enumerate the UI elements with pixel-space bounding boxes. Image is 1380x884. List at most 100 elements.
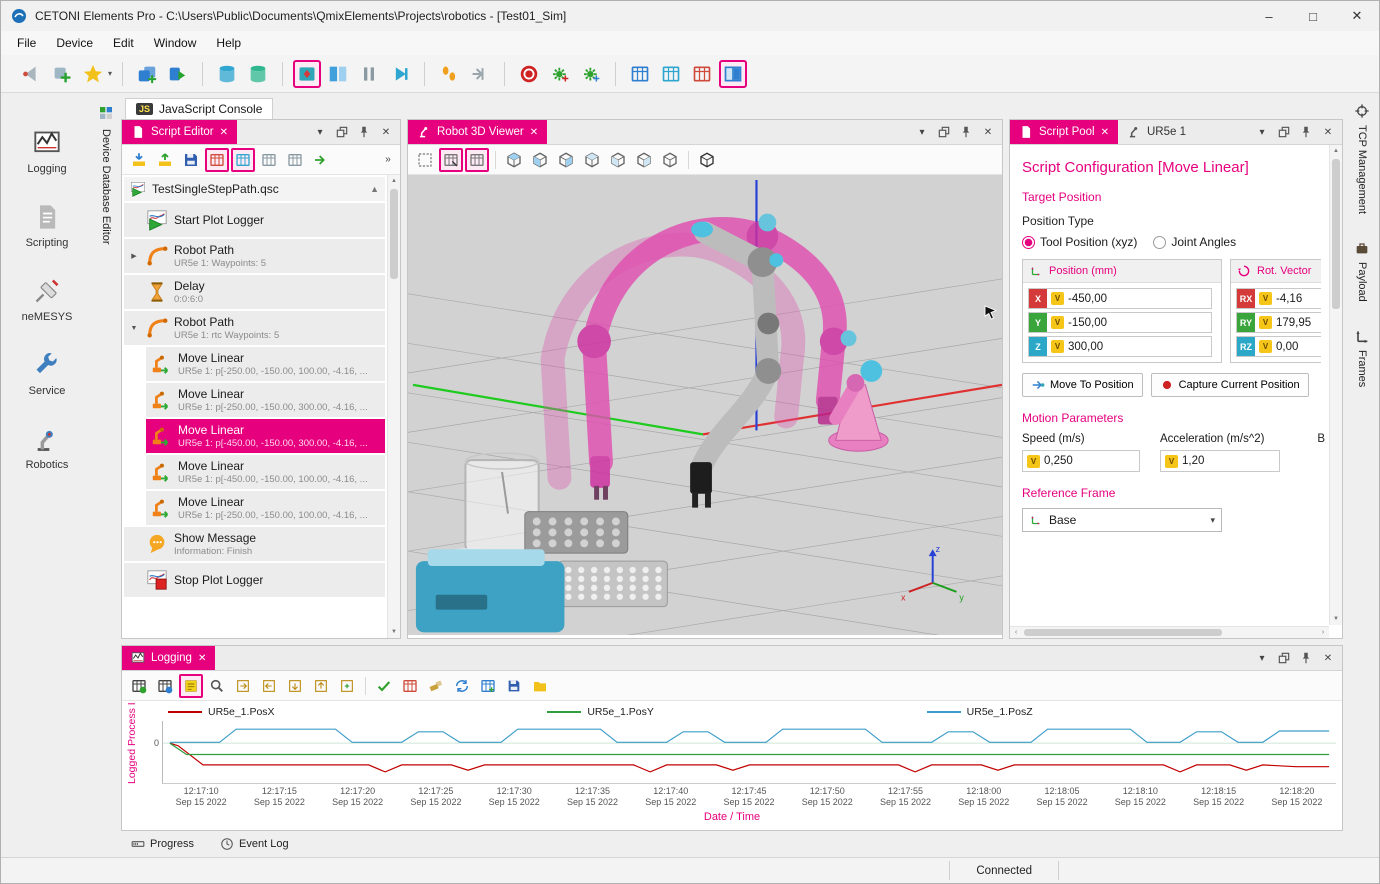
- menu-help[interactable]: Help: [206, 33, 251, 53]
- step-move-linear-3-selected[interactable]: Move LinearUR5e 1: p[-450.00, -150.00, 3…: [146, 419, 385, 453]
- grid-show-icon[interactable]: [465, 148, 489, 172]
- position-z-value[interactable]: 300,00: [1068, 341, 1103, 353]
- view-back-icon[interactable]: [606, 148, 630, 172]
- columns-red-icon[interactable]: [688, 60, 716, 88]
- export-script-icon[interactable]: [153, 148, 177, 172]
- notes-icon[interactable]: [179, 674, 203, 698]
- record-view-icon[interactable]: [293, 60, 321, 88]
- speed-field[interactable]: V 0,250: [1022, 450, 1140, 472]
- value-unit-chip[interactable]: V: [1051, 340, 1064, 353]
- tab-progress[interactable]: Progress: [125, 835, 200, 853]
- close-panel-icon[interactable]: ✕: [981, 125, 995, 139]
- new-script-icon[interactable]: [133, 60, 161, 88]
- panel-menu-icon[interactable]: ▾: [1255, 651, 1269, 665]
- table-cyan-icon[interactable]: [231, 148, 255, 172]
- run-script-icon[interactable]: [164, 60, 192, 88]
- script-file-row[interactable]: TestSingleStepPath.qsc ▲: [124, 177, 385, 201]
- rotation-rz-value[interactable]: 0,00: [1276, 341, 1298, 353]
- import-script-icon[interactable]: [127, 148, 151, 172]
- close-panel-icon[interactable]: ✕: [1321, 125, 1335, 139]
- tab-event-log[interactable]: Event Log: [214, 835, 295, 853]
- view-top-icon[interactable]: [502, 148, 526, 172]
- scrollbar-thumb[interactable]: [1024, 629, 1222, 636]
- accept-icon[interactable]: [372, 674, 396, 698]
- favorites-icon[interactable]: [79, 60, 107, 88]
- capture-current-position-button[interactable]: Capture Current Position: [1151, 373, 1309, 397]
- scroll-left-icon[interactable]: ‹: [1010, 627, 1022, 638]
- export-table-alt-icon[interactable]: [153, 674, 177, 698]
- menu-device[interactable]: Device: [46, 33, 103, 53]
- view-iso-icon[interactable]: [658, 148, 682, 172]
- save-log-icon[interactable]: [502, 674, 526, 698]
- tab-ur5e-1[interactable]: UR5e 1: [1118, 120, 1195, 144]
- menu-edit[interactable]: Edit: [103, 33, 144, 53]
- run-selection-icon[interactable]: [309, 148, 333, 172]
- device-database-icon[interactable]: [244, 60, 272, 88]
- add-function-alt-icon[interactable]: [577, 60, 605, 88]
- script-pool-hscrollbar[interactable]: ‹ ›: [1010, 626, 1329, 638]
- chevron-right-icon[interactable]: ▶: [128, 252, 140, 260]
- value-unit-chip[interactable]: V: [1259, 292, 1272, 305]
- rotation-ry-value[interactable]: 179,95: [1276, 317, 1311, 329]
- tab-frames[interactable]: Frames: [1354, 328, 1370, 387]
- tab-robot-3d-viewer[interactable]: Robot 3D Viewer ✕: [408, 120, 547, 144]
- rubber-band-select-icon[interactable]: [413, 148, 437, 172]
- export-table-icon[interactable]: [127, 674, 151, 698]
- device-database-editor-tab[interactable]: Device Database Editor: [93, 93, 119, 857]
- legend-posz[interactable]: UR5e_1.PosZ: [927, 706, 1306, 718]
- sidebar-item-nemesys[interactable]: neMESYS: [22, 277, 73, 323]
- close-panel-icon[interactable]: ✕: [379, 125, 393, 139]
- pin-panel-icon[interactable]: [1299, 125, 1313, 139]
- maximize-button[interactable]: □: [1291, 1, 1335, 31]
- layout-icon[interactable]: [324, 60, 352, 88]
- panel-menu-icon[interactable]: ▾: [1255, 125, 1269, 139]
- resume-icon[interactable]: [386, 60, 414, 88]
- columns-b-icon[interactable]: [657, 60, 685, 88]
- radio-tool-position[interactable]: Tool Position (xyz): [1022, 235, 1137, 249]
- panel-menu-icon[interactable]: ▾: [313, 125, 327, 139]
- close-tab-icon[interactable]: ✕: [198, 653, 206, 664]
- pin-panel-icon[interactable]: [1299, 651, 1313, 665]
- acceleration-field[interactable]: V 1,20: [1160, 450, 1280, 472]
- plot-area[interactable]: [162, 721, 1336, 784]
- columns-a-icon[interactable]: [626, 60, 654, 88]
- position-y-value[interactable]: -150,00: [1068, 317, 1107, 329]
- step-start-plot-logger[interactable]: Start Plot Logger: [124, 203, 385, 237]
- float-panel-icon[interactable]: [1277, 125, 1291, 139]
- toolbar-overflow-icon[interactable]: »: [381, 153, 395, 167]
- viewer-3d-scene[interactable]: z x y: [408, 175, 1002, 638]
- value-unit-chip[interactable]: V: [1051, 292, 1064, 305]
- panel-menu-icon[interactable]: ▾: [915, 125, 929, 139]
- legend-posx[interactable]: UR5e_1.PosX: [168, 706, 547, 718]
- bounding-box-icon[interactable]: [695, 148, 719, 172]
- skip-step-icon[interactable]: [466, 60, 494, 88]
- position-z-field[interactable]: Z V 300,00: [1028, 336, 1212, 357]
- open-folder-icon[interactable]: [528, 674, 552, 698]
- sidebar-item-logging[interactable]: Logging: [27, 129, 66, 175]
- table-red-icon[interactable]: [205, 148, 229, 172]
- rotation-rx-value[interactable]: -4,16: [1276, 293, 1302, 305]
- move-to-position-button[interactable]: Move To Position: [1022, 373, 1143, 397]
- value-unit-chip[interactable]: V: [1165, 455, 1178, 468]
- reference-frame-select[interactable]: Base ▾: [1022, 508, 1222, 532]
- zoom-icon[interactable]: [205, 674, 229, 698]
- value-unit-chip[interactable]: V: [1027, 455, 1040, 468]
- refresh-icon[interactable]: [450, 674, 474, 698]
- step-move-linear-5[interactable]: Move LinearUR5e 1: p[-250.00, -150.00, 1…: [146, 491, 385, 525]
- radio-joint-angles[interactable]: Joint Angles: [1153, 235, 1236, 249]
- axis-range-b-icon[interactable]: [257, 674, 281, 698]
- step-show-message[interactable]: Show MessageInformation: Finish: [124, 527, 385, 561]
- menu-file[interactable]: File: [7, 33, 46, 53]
- float-panel-icon[interactable]: [1277, 651, 1291, 665]
- float-panel-icon[interactable]: [937, 125, 951, 139]
- close-button[interactable]: ✕: [1335, 1, 1379, 31]
- acceleration-value[interactable]: 1,20: [1182, 455, 1204, 467]
- save-script-icon[interactable]: [179, 148, 203, 172]
- add-table-icon[interactable]: [476, 674, 500, 698]
- scrollbar-thumb[interactable]: [1332, 159, 1340, 309]
- view-left-icon[interactable]: [554, 148, 578, 172]
- table-a-icon[interactable]: [257, 148, 281, 172]
- script-pool-vscrollbar[interactable]: ▲ ▼: [1329, 145, 1342, 625]
- value-unit-chip[interactable]: V: [1051, 316, 1064, 329]
- add-device-icon[interactable]: [48, 60, 76, 88]
